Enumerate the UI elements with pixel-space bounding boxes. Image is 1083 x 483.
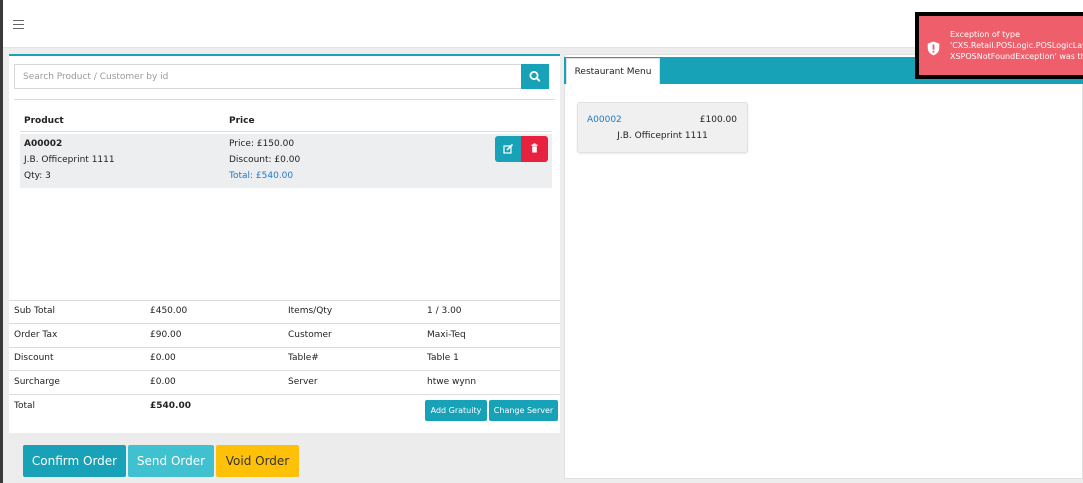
summary-label-subtotal: Sub Total bbox=[14, 306, 56, 316]
edit-icon bbox=[503, 143, 514, 154]
divider bbox=[9, 300, 560, 301]
menu-item-price: £100.00 bbox=[699, 115, 737, 125]
divider bbox=[9, 323, 560, 324]
order-item-total: Total: £540.00 bbox=[229, 171, 294, 181]
order-item-name: J.B. Officeprint 1111 bbox=[24, 155, 115, 165]
summary-label-total: Total bbox=[14, 401, 36, 411]
search-button[interactable] bbox=[521, 64, 549, 89]
summary-label-table: Table# bbox=[288, 353, 319, 363]
divider bbox=[9, 347, 560, 348]
order-item-qty: Qty: 3 bbox=[24, 171, 51, 181]
edit-item-button[interactable] bbox=[495, 136, 521, 162]
search-icon bbox=[529, 71, 541, 82]
void-order-button[interactable]: Void Order bbox=[216, 445, 299, 477]
summary-label-server: Server bbox=[288, 377, 318, 387]
hamburger-icon[interactable] bbox=[13, 20, 24, 29]
search-input[interactable] bbox=[14, 64, 521, 89]
exclamation-shield-icon bbox=[927, 41, 940, 56]
summary-value-table: Table 1 bbox=[427, 353, 459, 363]
divider bbox=[9, 370, 560, 371]
send-order-button[interactable]: Send Order bbox=[128, 445, 214, 477]
column-header-price: Price bbox=[229, 116, 255, 126]
search-bar bbox=[14, 64, 549, 89]
column-header-product: Product bbox=[24, 116, 64, 126]
trash-icon bbox=[531, 143, 538, 153]
divider bbox=[20, 131, 552, 132]
change-server-button[interactable]: Change Server bbox=[489, 400, 558, 421]
summary-value-discount: £0.00 bbox=[150, 353, 176, 363]
summary-label-order-tax: Order Tax bbox=[14, 330, 58, 340]
summary-value-order-tax: £90.00 bbox=[150, 330, 182, 340]
menu-item-card[interactable]: A00002 £100.00 J.B. Officeprint 1111 bbox=[577, 102, 748, 153]
summary-value-customer: Maxi-Teq bbox=[427, 330, 466, 340]
delete-item-button[interactable] bbox=[521, 136, 548, 162]
summary-value-total: £540.00 bbox=[150, 401, 191, 411]
divider bbox=[9, 394, 560, 395]
order-item-code: A00002 bbox=[24, 139, 63, 149]
confirm-order-button[interactable]: Confirm Order bbox=[23, 445, 126, 477]
toast-line: 'CXS.Retail.POSLogic.POSLogicLay bbox=[950, 41, 1083, 50]
order-item-discount: Discount: £0.00 bbox=[229, 155, 301, 165]
toast-line: XSPOSNotFoundException' was thr bbox=[950, 52, 1083, 61]
summary-label-discount: Discount bbox=[14, 353, 54, 363]
add-gratuity-button[interactable]: Add Gratuity bbox=[425, 400, 487, 421]
toast-line: Exception of type bbox=[950, 30, 1021, 39]
menu-item-code: A00002 bbox=[587, 115, 622, 125]
error-toast[interactable]: Exception of type 'CXS.Retail.POSLogic.P… bbox=[915, 12, 1083, 79]
summary-value-surcharge: £0.00 bbox=[150, 377, 176, 387]
summary-value-items-qty: 1 / 3.00 bbox=[427, 306, 462, 316]
order-item-price: Price: £150.00 bbox=[229, 139, 295, 149]
left-edge-strip bbox=[0, 0, 3, 483]
divider bbox=[14, 99, 555, 100]
menu-item-name: J.B. Officeprint 1111 bbox=[617, 131, 708, 141]
summary-value-server: htwe wynn bbox=[427, 377, 477, 387]
summary-label-customer: Customer bbox=[288, 330, 332, 340]
tab-restaurant-menu[interactable]: Restaurant Menu bbox=[566, 58, 660, 85]
summary-value-subtotal: £450.00 bbox=[150, 306, 188, 316]
summary-label-surcharge: Surcharge bbox=[14, 377, 60, 387]
summary-label-items-qty: Items/Qty bbox=[288, 306, 333, 316]
